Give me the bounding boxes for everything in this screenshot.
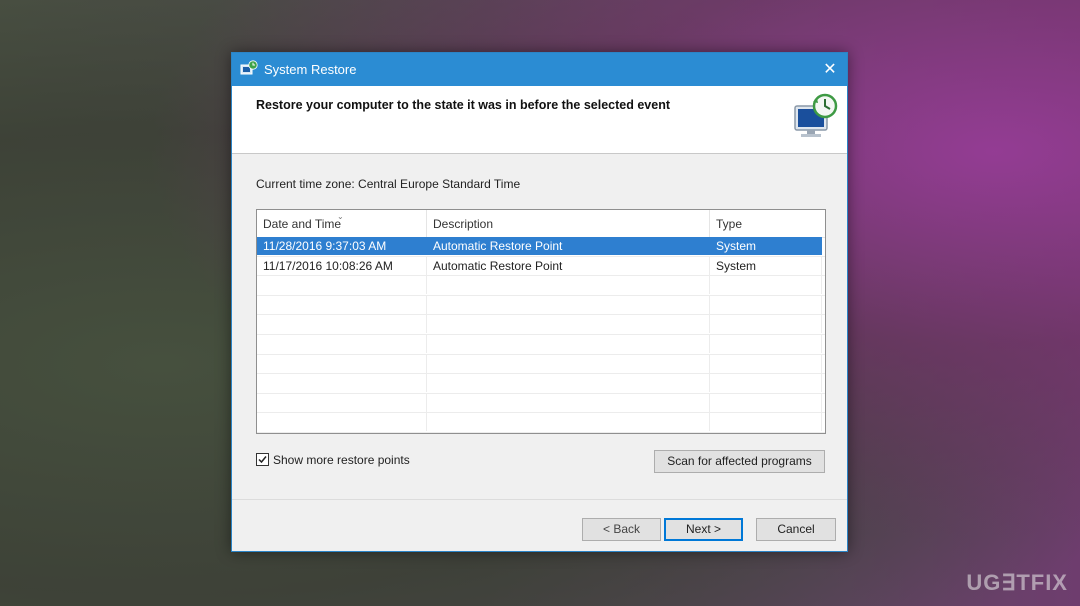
restore-points-list[interactable]: Date and Time ⌄ Description Type 11/28/2…	[256, 209, 826, 434]
scan-affected-programs-button[interactable]: Scan for affected programs	[654, 450, 825, 473]
column-description[interactable]: Description	[427, 210, 710, 237]
title-bar[interactable]: System Restore ✕	[232, 53, 847, 86]
footer-divider	[232, 499, 847, 500]
computer-restore-icon	[789, 90, 841, 142]
show-more-checkbox[interactable]	[256, 453, 269, 466]
close-button[interactable]: ✕	[813, 53, 847, 86]
table-row[interactable]: 11/17/2016 10:08:26 AM Automatic Restore…	[257, 256, 825, 277]
cell-description: Automatic Restore Point	[427, 256, 710, 275]
list-header: Date and Time ⌄ Description Type	[257, 210, 825, 238]
empty-row	[257, 295, 825, 316]
show-more-label[interactable]: Show more restore points	[273, 453, 410, 467]
column-date-time[interactable]: Date and Time ⌄	[257, 210, 427, 237]
system-restore-dialog: System Restore ✕ Restore your computer t…	[231, 52, 848, 552]
close-icon: ✕	[823, 61, 837, 78]
column-type[interactable]: Type	[710, 210, 822, 237]
timezone-label: Current time zone: Central Europe Standa…	[256, 177, 521, 191]
list-rows: 11/28/2016 9:37:03 AM Automatic Restore …	[257, 237, 825, 433]
watermark-logo: UG∃TFIX	[966, 570, 1068, 595]
empty-row	[257, 354, 825, 375]
cell-type: System	[710, 256, 822, 275]
cell-date: 11/28/2016 9:37:03 AM	[257, 237, 427, 255]
empty-row	[257, 315, 825, 335]
empty-row	[257, 334, 825, 355]
empty-row	[257, 413, 825, 433]
cancel-button[interactable]: Cancel	[756, 518, 836, 541]
cell-description: Automatic Restore Point	[427, 237, 710, 255]
sort-chevron-icon: ⌄	[337, 212, 344, 221]
checkmark-icon	[258, 456, 267, 464]
back-button[interactable]: < Back	[582, 518, 661, 541]
system-restore-icon	[240, 60, 258, 78]
wizard-header: Restore your computer to the state it wa…	[232, 86, 847, 154]
wizard-instruction: Restore your computer to the state it wa…	[256, 98, 670, 112]
cell-type: System	[710, 237, 822, 255]
empty-row	[257, 276, 825, 296]
cell-date: 11/17/2016 10:08:26 AM	[257, 256, 427, 275]
empty-row	[257, 374, 825, 394]
window-title: System Restore	[264, 62, 357, 77]
empty-row	[257, 393, 825, 414]
table-row[interactable]: 11/28/2016 9:37:03 AM Automatic Restore …	[257, 237, 825, 257]
next-button[interactable]: Next >	[664, 518, 743, 541]
